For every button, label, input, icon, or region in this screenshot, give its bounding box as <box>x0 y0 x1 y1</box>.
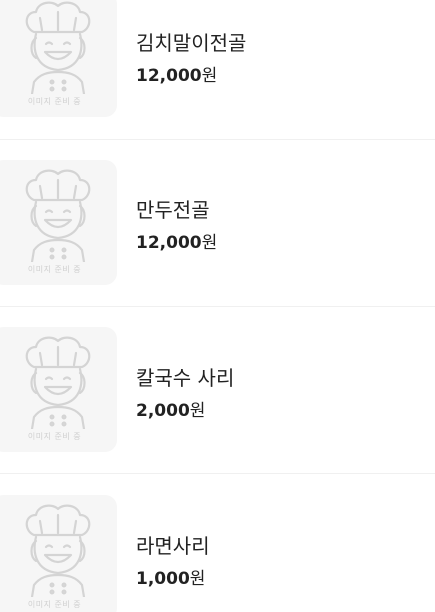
image-placeholder-caption: 이미지 준비 중 <box>27 97 82 106</box>
price-amount: 12,000 <box>136 233 202 253</box>
menu-item-name: 만두전골 <box>136 198 210 222</box>
chef-placeholder-icon <box>25 504 91 597</box>
menu-item[interactable]: 이미지 준비 중 라면사리 1,000원 <box>0 474 435 612</box>
menu-item-price: 12,000원 <box>136 61 217 86</box>
image-placeholder-caption: 이미지 준비 중 <box>27 432 82 441</box>
menu-item-image-placeholder: 이미지 준비 중 <box>0 327 117 452</box>
chef-placeholder-icon <box>25 336 91 429</box>
menu-item-price: 1,000원 <box>136 564 205 589</box>
menu-item[interactable]: 이미지 준비 중 만두전골 12,000원 <box>0 139 435 307</box>
menu-item-price: 2,000원 <box>136 396 205 421</box>
price-currency: 원 <box>189 401 206 421</box>
image-placeholder-caption: 이미지 준비 중 <box>27 265 82 274</box>
price-amount: 12,000 <box>136 66 202 86</box>
menu-item[interactable]: 이미지 준비 중 칼국수 사리 2,000원 <box>0 306 435 474</box>
menu-list: 이미지 준비 중 김치말이전골 12,000원 이미지 준비 중 만두전골 12… <box>0 0 435 612</box>
price-currency: 원 <box>201 233 218 253</box>
chef-placeholder-icon <box>25 169 91 262</box>
menu-item-image-placeholder: 이미지 준비 중 <box>0 495 117 612</box>
price-currency: 원 <box>189 569 206 589</box>
menu-item-name: 칼국수 사리 <box>136 366 235 390</box>
menu-item-name: 김치말이전골 <box>136 31 247 55</box>
image-placeholder-caption: 이미지 준비 중 <box>27 600 82 609</box>
price-amount: 2,000 <box>136 401 190 421</box>
menu-item[interactable]: 이미지 준비 중 김치말이전골 12,000원 <box>0 0 435 140</box>
price-currency: 원 <box>201 66 218 86</box>
price-amount: 1,000 <box>136 569 190 589</box>
menu-item-image-placeholder: 이미지 준비 중 <box>0 0 117 117</box>
menu-item-image-placeholder: 이미지 준비 중 <box>0 160 117 285</box>
menu-item-price: 12,000원 <box>136 228 217 253</box>
menu-item-name: 라면사리 <box>136 534 210 558</box>
chef-placeholder-icon <box>25 1 91 94</box>
